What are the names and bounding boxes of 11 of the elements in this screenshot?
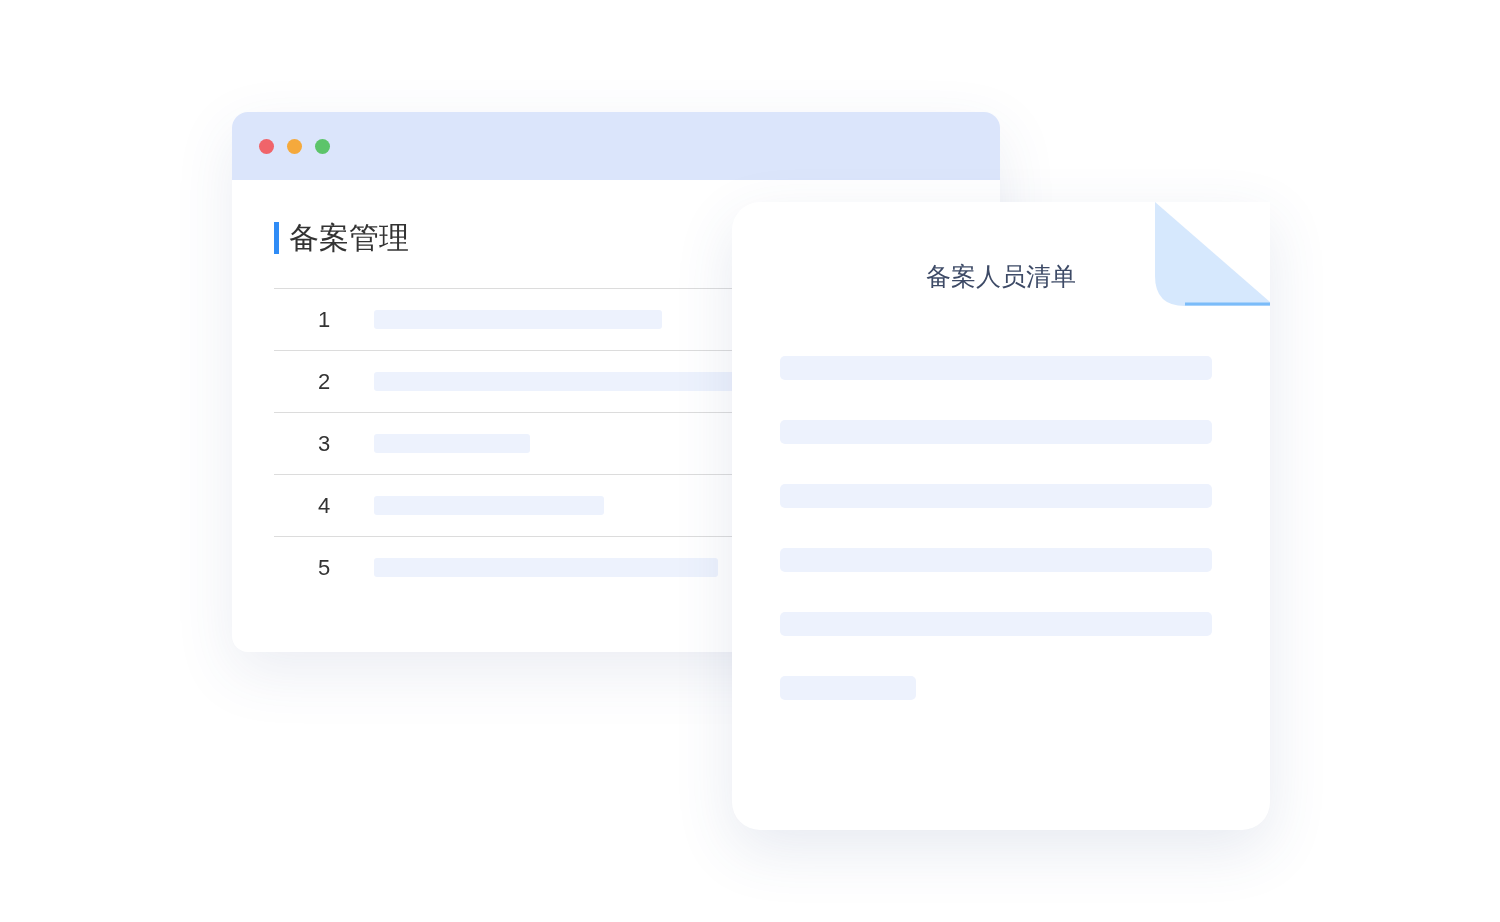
- window-control-dot[interactable]: [259, 138, 274, 154]
- row-number: 5: [316, 554, 332, 581]
- accent-bar: [274, 222, 279, 254]
- row-number: 2: [316, 368, 332, 395]
- window-control-dot[interactable]: [287, 138, 302, 154]
- window-control-dot[interactable]: [315, 138, 330, 154]
- document-title: 备案人员清单: [925, 261, 1077, 293]
- row-number: 4: [316, 492, 332, 519]
- section-title: 备案管理: [289, 220, 409, 256]
- row-number: 3: [316, 430, 332, 457]
- row-number: 1: [316, 306, 332, 333]
